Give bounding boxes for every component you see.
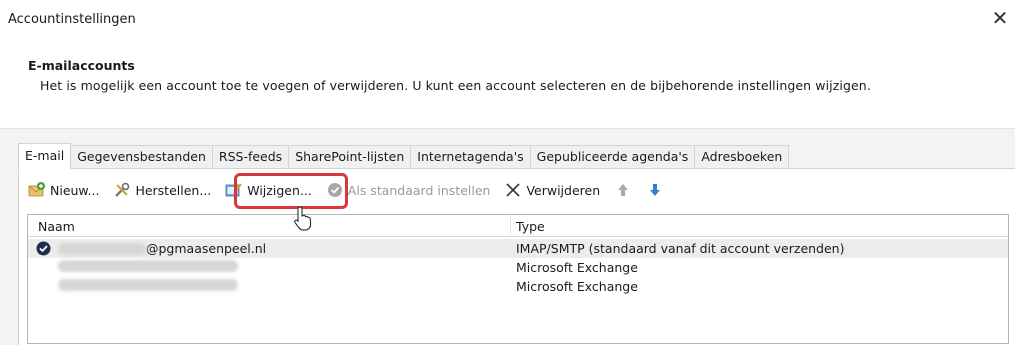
remove-button[interactable]: Verwijderen [501,179,603,201]
change-account-icon [225,181,243,199]
account-toolbar: Nieuw... Herstellen... Wijzigen... Als s… [25,179,675,201]
arrow-down-icon [646,181,664,199]
table-row[interactable]: @pgmaasenpeel.nl IMAP/SMTP (standaard va… [28,239,1008,258]
account-type: Microsoft Exchange [516,260,638,275]
table-row[interactable]: Microsoft Exchange [28,258,1008,277]
column-header-name[interactable]: Naam [38,219,75,234]
account-name [58,279,238,291]
table-row[interactable]: Microsoft Exchange [28,277,1008,296]
default-check-icon [326,181,344,199]
move-down-button[interactable] [643,179,671,201]
settings-body: E-mail Gegevensbestanden RSS-feeds Share… [0,128,1015,345]
account-type: IMAP/SMTP (standaard vanaf dit account v… [516,241,845,256]
arrow-up-icon [614,181,632,199]
pointer-hand-icon [293,206,315,235]
account-domain: @pgmaasenpeel.nl [146,241,267,256]
section-title: E-mailaccounts [28,58,135,73]
new-account-label: Nieuw... [50,182,100,198]
repair-label: Herstellen... [135,182,212,198]
header-section: E-mailaccounts Het is mogelijk een accou… [0,38,1015,128]
tab-data-files[interactable]: Gegevensbestanden [71,145,213,169]
repair-button[interactable]: Herstellen... [110,179,214,201]
tab-internet-calendars[interactable]: Internetagenda's [411,145,531,169]
set-default-label: Als standaard instellen [347,182,491,198]
list-header: Naam Type [28,215,1008,237]
tab-rss-feeds[interactable]: RSS-feeds [212,145,290,169]
change-label: Wijzigen... [247,182,312,198]
account-list: Naam Type @pgmaasenpeel.nl IMAP/SMTP (st… [27,214,1009,344]
default-account-check-icon [36,241,51,256]
redacted-name [58,279,238,291]
email-tab-panel: Nieuw... Herstellen... Wijzigen... Als s… [18,168,1015,345]
close-icon[interactable]: ✕ [989,8,1011,30]
account-name: @pgmaasenpeel.nl [58,241,266,256]
column-divider[interactable] [510,215,511,237]
move-up-button[interactable] [611,179,639,201]
repair-tools-icon [113,181,131,199]
change-button[interactable]: Wijzigen... [222,179,315,201]
new-account-button[interactable]: Nieuw... [25,179,102,201]
set-default-button[interactable]: Als standaard instellen [323,179,494,201]
new-mail-icon [28,181,46,199]
tab-sharepoint-lists[interactable]: SharePoint-lijsten [289,145,412,169]
column-header-type[interactable]: Type [516,219,545,234]
tab-published-calendars[interactable]: Gepubliceerde agenda's [530,145,696,169]
account-type: Microsoft Exchange [516,279,638,294]
tab-email[interactable]: E-mail [18,143,72,169]
title-bar: Accountinstellingen ✕ [0,0,1015,38]
remove-x-icon [504,181,522,199]
section-description: Het is mogelijk een account toe te voege… [40,78,871,93]
tab-address-books[interactable]: Adresboeken [695,145,790,169]
tab-strip: E-mail Gegevensbestanden RSS-feeds Share… [18,143,790,169]
account-name [58,260,238,272]
redacted-name [58,242,146,255]
redacted-name [58,260,238,272]
window-title: Accountinstellingen [8,12,136,27]
remove-label: Verwijderen [526,182,601,198]
